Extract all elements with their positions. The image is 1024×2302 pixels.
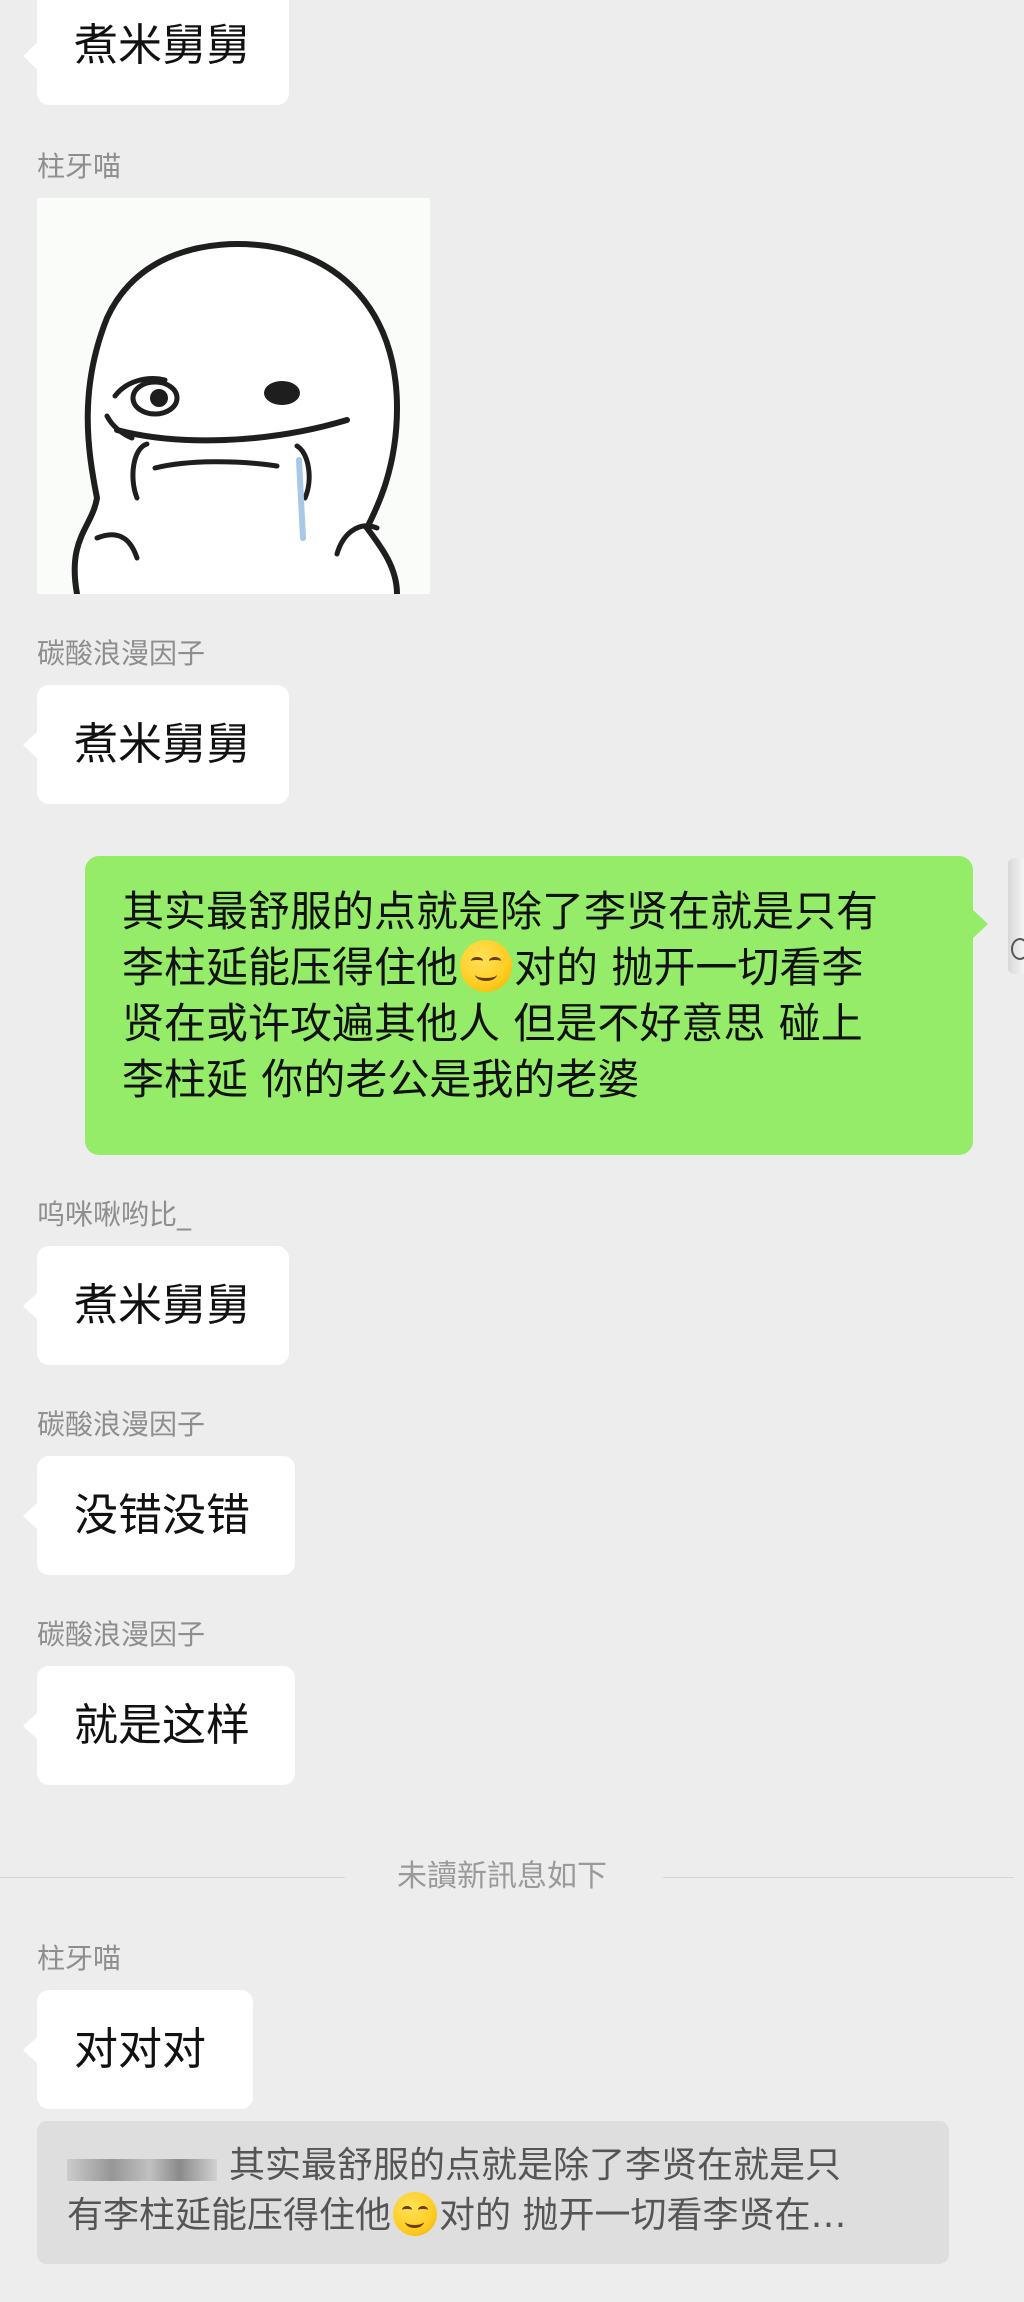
sticker-image[interactable]	[37, 198, 430, 594]
message-bubble[interactable]: 没错没错	[23, 1456, 295, 1575]
quote-text: 对的 抛开一切看李贤在…	[439, 2195, 847, 2236]
message-text: 没错没错	[74, 1489, 250, 1541]
message-segment: 对的 抛开一切看李	[514, 943, 864, 992]
message-line: 其实最舒服的点就是除了李贤在就是只有	[122, 887, 879, 936]
bubble-tail	[23, 1501, 38, 1530]
smirk-face-icon	[460, 940, 513, 992]
bubble-tail	[23, 730, 38, 759]
quote-text: 有李柱延能压得住他	[67, 2195, 392, 2236]
my-message-bubble[interactable]: 其实最舒服的点就是除了李贤在就是只有 李柱延能压得住他 对的 抛开一切看李 贤在或…	[85, 856, 988, 1155]
message-bubble[interactable]: 就是这样	[23, 1666, 295, 1785]
bubble-tail	[23, 1711, 38, 1740]
sender-name: 柱牙喵	[37, 150, 122, 183]
smirk-face-icon	[393, 2192, 438, 2236]
message-text: 煮米舅舅	[74, 718, 250, 770]
sender-name: 柱牙喵	[37, 1942, 122, 1975]
sender-name: 碳酸浪漫因子	[37, 1408, 206, 1441]
quote-text: 其实最舒服的点就是除了李贤在就是只	[229, 2145, 842, 2186]
message-line: 李柱延能压得住他 对的 抛开一切看李	[122, 940, 939, 996]
quote-line: 有李柱延能压得住他 对的 抛开一切看李贤在…	[67, 2191, 919, 2241]
message-text: 对对对	[74, 2023, 206, 2075]
quote-line: 其实最舒服的点就是除了李贤在就是只	[67, 2141, 919, 2191]
message-text: 煮米舅舅	[74, 19, 250, 71]
unread-divider-label: 未讀新訊息如下	[397, 1859, 607, 1894]
message-bubble[interactable]: 对对对	[23, 1990, 253, 2109]
sender-name: 碳酸浪漫因子	[37, 1618, 206, 1651]
message-text: 煮米舅舅	[74, 1279, 250, 1331]
quoted-message[interactable]: 其实最舒服的点就是除了李贤在就是只 有李柱延能压得住他 对的 抛开一切看李贤在…	[37, 2121, 949, 2264]
message-bubble[interactable]: 煮米舅舅	[23, 0, 289, 105]
blurred-name	[67, 2159, 217, 2181]
message-segment: 李柱延能压得住他	[122, 943, 459, 992]
message-line: 李柱延 你的老公是我的老婆	[122, 1055, 640, 1104]
bubble-tail	[23, 2035, 38, 2064]
bubble-tail	[973, 910, 988, 938]
bubble-tail	[23, 1291, 38, 1320]
sender-name: 呜咪啾哟比_	[37, 1198, 192, 1231]
my-avatar[interactable]	[1008, 858, 1024, 974]
bubble-tail	[23, 41, 38, 70]
message-bubble[interactable]: 煮米舅舅	[23, 1246, 289, 1365]
message-bubble[interactable]: 煮米舅舅	[23, 685, 289, 804]
message-text: 就是这样	[74, 1699, 250, 1751]
message-line: 贤在或许攻遍其他人 但是不好意思 碰上	[122, 999, 863, 1048]
drooling-face-sticker	[71, 241, 401, 594]
sender-name: 碳酸浪漫因子	[37, 637, 206, 670]
